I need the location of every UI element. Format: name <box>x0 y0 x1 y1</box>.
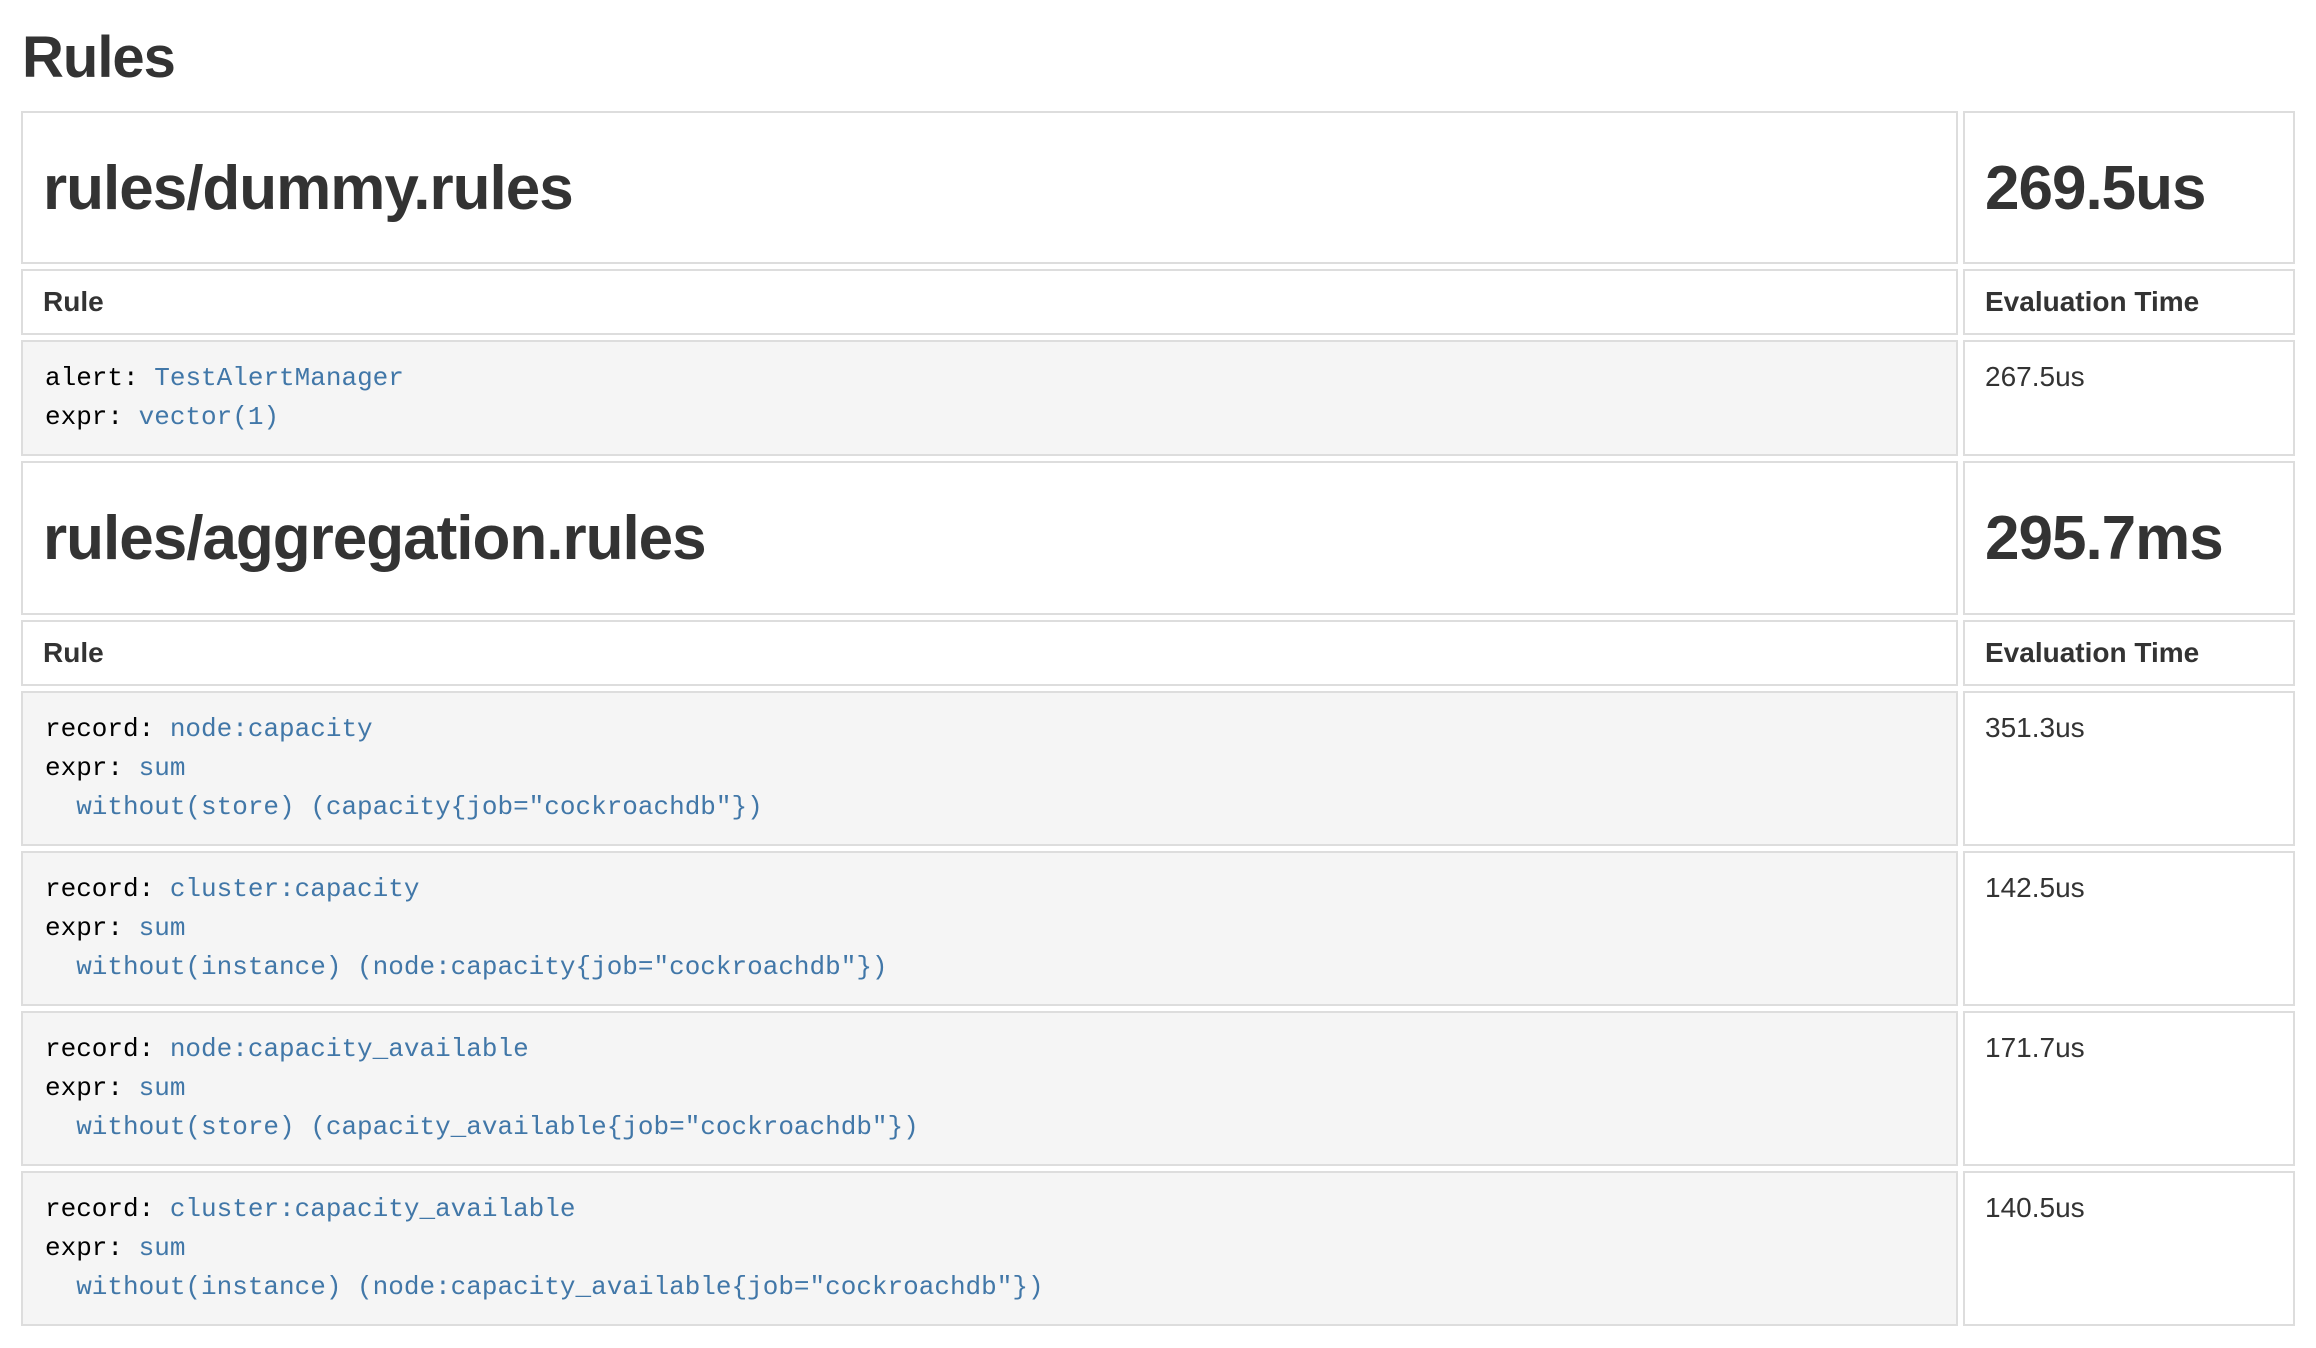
rule-code: record: cluster:capacity expr: sum witho… <box>45 870 1934 987</box>
rule-code: record: cluster:capacity_available expr:… <box>45 1190 1934 1307</box>
rule-code: record: node:capacity expr: sum without(… <box>45 710 1934 827</box>
rule-kind-label: alert: <box>45 363 139 393</box>
rule-kind-label: record: <box>45 714 154 744</box>
rule-eval-time: 171.7us <box>1963 1011 2295 1166</box>
rule-kind-label: record: <box>45 1034 154 1064</box>
column-header-rule: Rule <box>21 269 1958 335</box>
rule-row: alert: TestAlertManager expr: vector(1) 2… <box>21 340 2295 456</box>
rule-cell: record: cluster:capacity_available expr:… <box>21 1171 1958 1326</box>
rule-cell: record: cluster:capacity expr: sum witho… <box>21 851 1958 1006</box>
expr-label: expr: <box>45 913 123 943</box>
rule-group-file: rules/aggregation.rules <box>43 503 1936 574</box>
column-header-row: RuleEvaluation Time <box>21 269 2295 335</box>
expr-link[interactable]: sum without(instance) (node:capacity_ava… <box>45 1233 1044 1302</box>
rule-group-eval-cell: 295.7ms <box>1963 461 2295 614</box>
rules-table: rules/dummy.rules269.5usRuleEvaluation T… <box>16 106 2300 1331</box>
rule-eval-time: 267.5us <box>1963 340 2295 456</box>
rule-row: record: cluster:capacity_available expr:… <box>21 1171 2295 1326</box>
rule-eval-time: 140.5us <box>1963 1171 2295 1326</box>
rule-eval-time: 351.3us <box>1963 691 2295 846</box>
column-header-eval-time: Evaluation Time <box>1963 620 2295 686</box>
rule-name-link[interactable]: node:capacity_available <box>170 1034 529 1064</box>
column-header-row: RuleEvaluation Time <box>21 620 2295 686</box>
column-header-rule: Rule <box>21 620 1958 686</box>
rule-code: record: node:capacity_available expr: su… <box>45 1030 1934 1147</box>
rule-cell: alert: TestAlertManager expr: vector(1) <box>21 340 1958 456</box>
expr-label: expr: <box>45 1073 123 1103</box>
rule-eval-time: 142.5us <box>1963 851 2295 1006</box>
rule-row: record: cluster:capacity expr: sum witho… <box>21 851 2295 1006</box>
expr-link[interactable]: vector(1) <box>139 402 279 432</box>
expr-link[interactable]: sum without(instance) (node:capacity{job… <box>45 913 888 982</box>
rule-group-eval-time: 295.7ms <box>1985 503 2273 574</box>
rule-group-file-cell: rules/aggregation.rules <box>21 461 1958 614</box>
expr-link[interactable]: sum without(store) (capacity_available{j… <box>45 1073 919 1142</box>
rule-name-link[interactable]: cluster:capacity <box>170 874 420 904</box>
rule-name-link[interactable]: node:capacity <box>170 714 373 744</box>
rules-page: Rules rules/dummy.rules269.5usRuleEvalua… <box>0 26 2316 1331</box>
expr-label: expr: <box>45 753 123 783</box>
expr-link[interactable]: sum without(store) (capacity{job="cockro… <box>45 753 763 822</box>
rule-kind-label: record: <box>45 874 154 904</box>
rule-row: record: node:capacity_available expr: su… <box>21 1011 2295 1166</box>
rule-cell: record: node:capacity_available expr: su… <box>21 1011 1958 1166</box>
rule-code: alert: TestAlertManager expr: vector(1) <box>45 359 1934 437</box>
rule-group-row: rules/aggregation.rules 295.7ms <box>21 461 2295 614</box>
rule-kind-label: record: <box>45 1194 154 1224</box>
rule-row: record: node:capacity expr: sum without(… <box>21 691 2295 846</box>
rule-name-link[interactable]: TestAlertManager <box>154 363 404 393</box>
rule-cell: record: node:capacity expr: sum without(… <box>21 691 1958 846</box>
rule-group-eval-cell: 269.5us <box>1963 111 2295 264</box>
rule-group-row: rules/dummy.rules 269.5us <box>21 111 2295 264</box>
rule-group-file: rules/dummy.rules <box>43 153 1936 224</box>
rule-name-link[interactable]: cluster:capacity_available <box>170 1194 576 1224</box>
rule-group-file-cell: rules/dummy.rules <box>21 111 1958 264</box>
page-title: Rules <box>22 26 2300 90</box>
expr-label: expr: <box>45 402 123 432</box>
column-header-eval-time: Evaluation Time <box>1963 269 2295 335</box>
rule-group-eval-time: 269.5us <box>1985 153 2273 224</box>
expr-label: expr: <box>45 1233 123 1263</box>
